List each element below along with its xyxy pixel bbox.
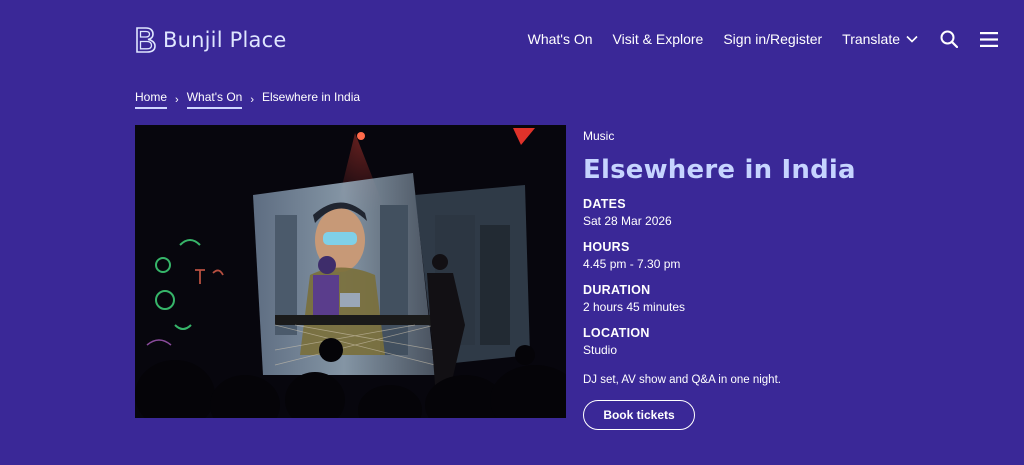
hours-field: HOURS 4.45 pm - 7.30 pm: [583, 240, 1003, 271]
main-nav: What's On Visit & Explore Sign in/Regist…: [508, 30, 998, 48]
hours-value: 4.45 pm - 7.30 pm: [583, 257, 681, 271]
dates-value: Sat 28 Mar 2026: [583, 214, 672, 228]
breadcrumb-whats-on[interactable]: What's On: [186, 90, 243, 109]
event-title: Elsewhere in India: [583, 155, 856, 185]
event-details: Music Elsewhere in India DATES Sat 28 Ma…: [583, 129, 1003, 430]
duration-value: 2 hours 45 minutes: [583, 300, 686, 314]
menu-icon: [980, 31, 998, 47]
brand-logo[interactable]: Bunjil Place: [135, 26, 286, 54]
brand-name: Bunjil Place: [163, 28, 287, 52]
location-label: LOCATION: [583, 326, 650, 340]
breadcrumb-separator-icon: ›: [175, 93, 179, 106]
nav-whats-on[interactable]: What's On: [528, 31, 593, 47]
breadcrumb: Home › What's On › Elsewhere in India: [135, 90, 360, 109]
event-hero-image: [135, 125, 566, 418]
event-summary: DJ set, AV show and Q&A in one night.: [583, 374, 781, 386]
translate-dropdown[interactable]: Translate: [842, 31, 918, 47]
event-category: Music: [583, 129, 615, 143]
stage-photo: [135, 125, 566, 418]
chevron-down-icon: [906, 35, 918, 43]
menu-button[interactable]: [980, 31, 998, 47]
duration-label: DURATION: [583, 283, 651, 297]
location-value: Studio: [583, 343, 618, 357]
search-button[interactable]: [940, 30, 958, 48]
breadcrumb-home[interactable]: Home: [135, 90, 168, 109]
location-field: LOCATION Studio: [583, 326, 1003, 357]
translate-label: Translate: [842, 31, 900, 47]
dates-label: DATES: [583, 197, 626, 211]
nav-visit-explore[interactable]: Visit & Explore: [613, 31, 704, 47]
bunjil-logo-icon: [136, 27, 156, 53]
hours-label: HOURS: [583, 240, 630, 254]
breadcrumb-current: Elsewhere in India: [262, 90, 361, 104]
nav-sign-in-register[interactable]: Sign in/Register: [723, 31, 822, 47]
book-tickets-button[interactable]: Book tickets: [583, 400, 695, 430]
breadcrumb-separator-icon: ›: [250, 93, 254, 106]
duration-field: DURATION 2 hours 45 minutes: [583, 283, 1003, 314]
search-icon: [940, 30, 958, 48]
site-header: Bunjil Place What's On Visit & Explore S…: [0, 0, 1024, 80]
dates-field: DATES Sat 28 Mar 2026: [583, 197, 1003, 228]
